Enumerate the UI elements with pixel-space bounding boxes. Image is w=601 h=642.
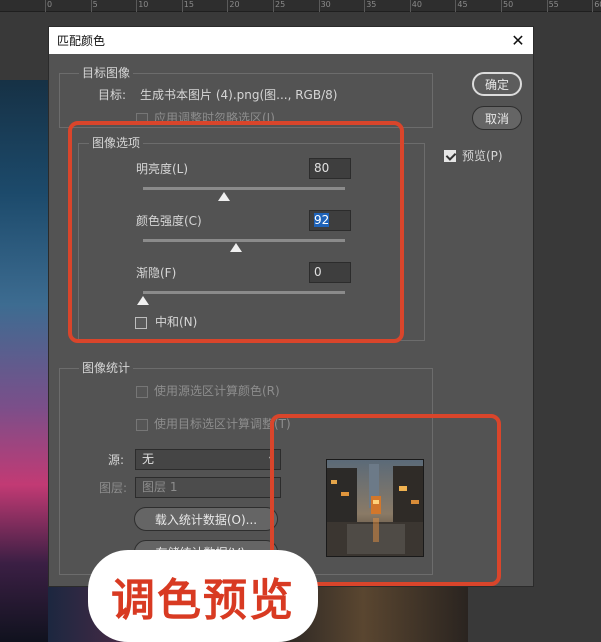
ruler-tick-line bbox=[364, 0, 366, 12]
preview-checkbox[interactable] bbox=[444, 150, 456, 162]
dialog-titlebar: 匹配颜色 ✕ bbox=[49, 27, 533, 54]
layer-label: 图层: bbox=[99, 481, 128, 495]
luminance-input[interactable]: 80 bbox=[309, 158, 351, 179]
background-image-left bbox=[0, 80, 48, 642]
ruler-tick-line bbox=[181, 0, 183, 12]
ruler-tick-label: 0 bbox=[47, 0, 53, 9]
image-stats-legend: 图像统计 bbox=[79, 361, 134, 375]
ruler-tick-label: 50 bbox=[503, 0, 514, 9]
ruler-tick-label: 45 bbox=[457, 0, 468, 9]
ignore-selection-label: 应用调整时忽略选区(I) bbox=[154, 111, 275, 125]
ruler-tick-line bbox=[45, 0, 46, 12]
preview-label: 预览(P) bbox=[462, 149, 503, 163]
image-options-group bbox=[78, 143, 425, 341]
source-preview-thumbnail bbox=[326, 459, 424, 557]
cancel-button[interactable]: 取消 bbox=[472, 106, 522, 130]
ruler-bar: 0 5 10 15 20 25 30 35 40 45 50 55 60 bbox=[0, 0, 601, 12]
ruler-tick-line bbox=[90, 0, 92, 12]
ruler-tick-label: 10 bbox=[138, 0, 149, 9]
preview-image bbox=[327, 460, 423, 556]
ruler-tick-line bbox=[318, 0, 320, 12]
target-value: 生成书本图片 (4).png(图..., RGB/8) bbox=[140, 88, 338, 102]
color-intensity-input[interactable]: 92 bbox=[309, 210, 351, 231]
fade-slider-track[interactable] bbox=[143, 291, 345, 294]
ruler-tick-label: 60 bbox=[594, 0, 601, 9]
fade-slider-thumb[interactable] bbox=[137, 296, 149, 305]
ruler-tick-label: 15 bbox=[183, 0, 194, 9]
load-stats-button[interactable]: 载入统计数据(O)... bbox=[134, 507, 278, 531]
source-select[interactable]: 无 ▾ bbox=[135, 449, 281, 470]
ruler-tick-label: 55 bbox=[548, 0, 559, 9]
color-intensity-slider-thumb[interactable] bbox=[229, 243, 242, 252]
ruler-tick-label: 25 bbox=[275, 0, 286, 9]
use-target-selection-label: 使用目标选区计算调整(T) bbox=[154, 417, 291, 431]
luminance-slider-track[interactable] bbox=[143, 187, 345, 190]
color-intensity-label: 颜色强度(C) bbox=[136, 214, 202, 228]
ruler-tick-line bbox=[455, 0, 457, 12]
use-source-selection-checkbox[interactable] bbox=[136, 386, 148, 398]
ruler-tick-line bbox=[546, 0, 548, 12]
use-target-selection-checkbox[interactable] bbox=[136, 419, 148, 431]
chevron-down-icon: ▾ bbox=[268, 454, 274, 465]
ruler-tick-label: 35 bbox=[366, 0, 377, 9]
ruler-tick-label: 30 bbox=[320, 0, 331, 9]
ruler-tick-line bbox=[136, 0, 138, 12]
ruler-tick-label: 40 bbox=[411, 0, 422, 9]
caption-badge: 调色预览 bbox=[88, 550, 318, 642]
luminance-slider-thumb[interactable] bbox=[217, 192, 230, 201]
ruler-tick-line bbox=[501, 0, 502, 12]
ruler-tick-label: 20 bbox=[229, 0, 240, 9]
image-options-legend: 图像选项 bbox=[89, 136, 144, 150]
neutralize-checkbox[interactable] bbox=[135, 317, 147, 329]
ruler-tick-label: 5 bbox=[92, 0, 98, 9]
source-label: 源: bbox=[108, 453, 125, 467]
ok-button[interactable]: 确定 bbox=[472, 72, 522, 96]
ignore-selection-checkbox[interactable] bbox=[136, 113, 148, 125]
target-image-legend: 目标图像 bbox=[79, 66, 134, 80]
color-intensity-slider-track[interactable] bbox=[143, 239, 345, 242]
luminance-label: 明亮度(L) bbox=[136, 162, 189, 176]
ruler-tick-line bbox=[592, 0, 594, 12]
close-icon[interactable]: ✕ bbox=[503, 27, 533, 54]
target-label: 目标: bbox=[98, 88, 127, 102]
caption-text: 调色预览 bbox=[111, 575, 295, 626]
dialog-title: 匹配颜色 bbox=[57, 34, 106, 48]
ruler-tick-line bbox=[273, 0, 274, 12]
ruler-tick-line bbox=[409, 0, 411, 12]
neutralize-label: 中和(N) bbox=[155, 315, 198, 329]
use-source-selection-label: 使用源选区计算颜色(R) bbox=[154, 384, 280, 398]
fade-label: 渐隐(F) bbox=[136, 266, 177, 280]
ruler-tick-line bbox=[227, 0, 229, 12]
layer-select[interactable]: 图层 1 bbox=[135, 477, 281, 498]
fade-input[interactable]: 0 bbox=[309, 262, 351, 283]
